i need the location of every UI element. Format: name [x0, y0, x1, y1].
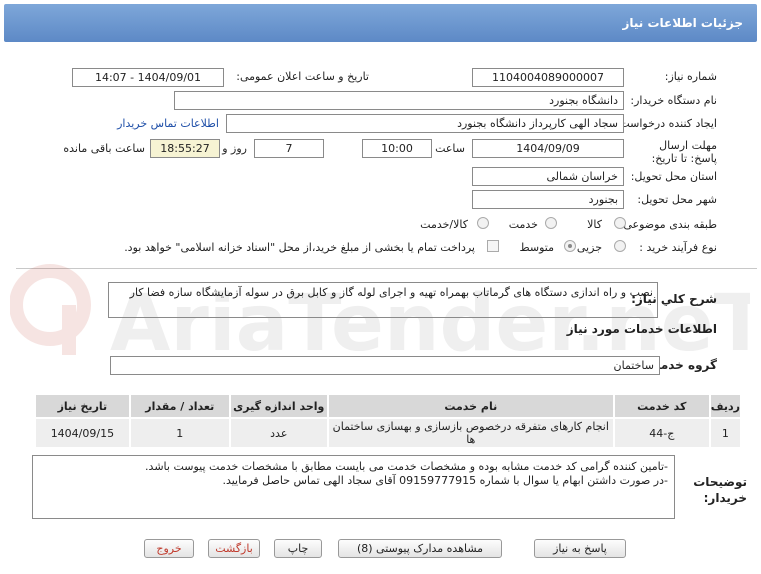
buyer-org-value: دانشگاه بجنورد [174, 91, 624, 110]
days-label: روز و [222, 142, 247, 155]
buyer-note-line: -تامین کننده گرامی کد خدمت مشابه بوده و … [145, 460, 668, 473]
buyer-note-line: -در صورت داشتن ابهام یا سوال با شماره 09… [222, 474, 668, 487]
deadline-time-label: ساعت [435, 142, 465, 155]
purchase-medium-label: متوسط [519, 241, 554, 254]
purchase-medium-radio[interactable] [564, 240, 576, 252]
treasury-checkbox[interactable] [487, 240, 499, 252]
announce-value: 1404/09/01 - 14:07 [72, 68, 224, 87]
summary-text: نصب و راه اندازی دستگاه های گرماتاب بهمر… [108, 282, 658, 318]
buyer-org-label: نام دستگاه خریدار: [630, 94, 717, 107]
col-row-header: ردیف [708, 393, 743, 419]
category-service-radio[interactable] [545, 217, 557, 229]
creator-value: سجاد الهی کارپرداز دانشگاه بجنورد [226, 114, 624, 133]
cell-unit: عدد [228, 417, 329, 449]
print-button[interactable]: چاپ [274, 539, 322, 558]
category-mixed-label: کالا/خدمت [420, 218, 468, 231]
buyer-notes-box: -تامین کننده گرامی کد خدمت مشابه بوده و … [32, 455, 675, 519]
need-number-value: 1104004089000007 [472, 68, 624, 87]
deadline-time: 10:00 [362, 139, 432, 158]
purchase-minor-label: جزیی [576, 241, 602, 254]
province-label: استان محل تحویل: [630, 170, 717, 183]
respond-button[interactable]: پاسخ به نیاز [534, 539, 626, 558]
deadline-date: 1404/09/09 [472, 139, 624, 158]
remaining-time: 18:55:27 [150, 139, 220, 158]
table-row: 1 ج-44 انجام کارهای متفرقه درخصوص بازساز… [34, 417, 743, 449]
payment-note: پرداخت تمام یا بخشی از مبلغ خرید،از محل … [124, 241, 475, 254]
deadline-label: مهلت ارسال پاسخ: تا تاریخ: [651, 139, 717, 165]
col-name-header: نام خدمت [326, 393, 615, 419]
category-mixed-radio[interactable] [477, 217, 489, 229]
need-number-label: شماره نیاز: [664, 70, 717, 83]
services-table: ردیف کد خدمت نام خدمت واحد اندازه گیری ت… [34, 393, 743, 449]
services-title: اطلاعات خدمات مورد نياز [566, 322, 717, 336]
back-button[interactable]: بازگشت [208, 539, 260, 558]
province-value: خراسان شمالی [472, 167, 624, 186]
page-header: جزئیات اطلاعات نیاز [4, 4, 757, 42]
col-code-header: کد خدمت [612, 393, 711, 419]
cell-qty: 1 [128, 417, 231, 449]
buyer-notes-label: توضيحات خريدار: [693, 475, 747, 505]
purchase-type-label: نوع فرآیند خرید : [639, 241, 717, 254]
category-goods-label: کالا [587, 218, 602, 231]
cell-code: ج-44 [612, 417, 711, 449]
cell-name: انجام کارهای متفرقه درخصوص بازسازی و بهس… [326, 417, 615, 449]
col-date-header: تاریخ نیاز [34, 393, 131, 419]
col-unit-header: واحد اندازه گیری [228, 393, 329, 419]
exit-button[interactable]: خروج [144, 539, 194, 558]
service-group-value: ساختمان [110, 356, 660, 375]
city-value: بجنورد [472, 190, 624, 209]
buyer-contact-link[interactable]: اطلاعات تماس خریدار [117, 117, 219, 130]
category-goods-radio[interactable] [614, 217, 626, 229]
purchase-minor-radio[interactable] [614, 240, 626, 252]
remaining-days: 7 [254, 139, 324, 158]
section-divider [16, 268, 757, 269]
category-service-label: خدمت [508, 218, 538, 231]
col-qty-header: تعداد / مقدار [128, 393, 231, 419]
cell-row: 1 [708, 417, 743, 449]
attachments-button[interactable]: مشاهده مدارک پیوستی (8) [338, 539, 502, 558]
table-header-row: ردیف کد خدمت نام خدمت واحد اندازه گیری ت… [34, 393, 743, 419]
city-label: شهر محل تحویل: [637, 193, 717, 206]
remaining-label: ساعت باقی مانده [63, 142, 145, 155]
announce-label: تاریخ و ساعت اعلان عمومی: [236, 70, 369, 83]
creator-label: ایجاد کننده درخواست: [615, 117, 717, 130]
category-label: طبقه بندی موضوعی: [619, 218, 717, 231]
cell-date: 1404/09/15 [34, 417, 131, 449]
